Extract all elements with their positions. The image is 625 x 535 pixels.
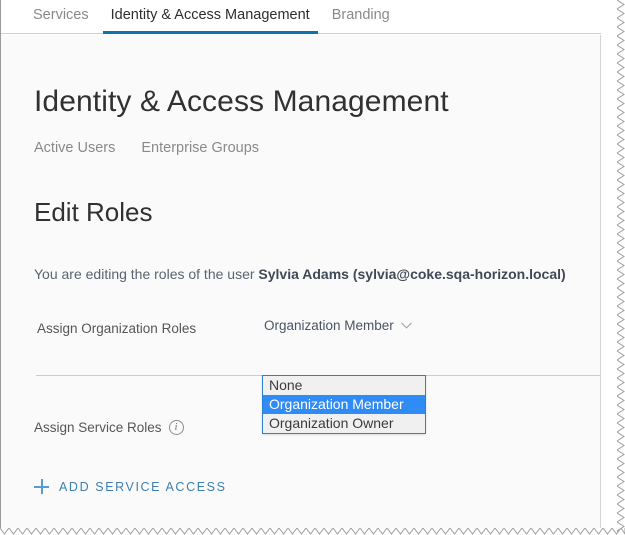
add-service-access-button[interactable]: ADD SERVICE ACCESS (34, 479, 227, 494)
chevron-down-icon (401, 322, 412, 329)
edit-description: You are editing the roles of the user Sy… (34, 266, 566, 282)
app-window: Services Identity & Access Management Br… (0, 0, 625, 535)
section-title: Edit Roles (34, 197, 153, 227)
organization-role-dropdown-list[interactable]: None Organization Member Organization Ow… (262, 375, 426, 434)
tab-identity-access-management-label: Identity & Access Management (110, 7, 310, 23)
page-title: Identity & Access Management (34, 85, 449, 118)
tab-branding-label: Branding (331, 7, 390, 23)
dropdown-option-organization-owner[interactable]: Organization Owner (263, 414, 425, 433)
subtab-active-users[interactable]: Active Users (34, 140, 115, 156)
organization-role-selected-value: Organization Member (264, 318, 394, 333)
torn-edge-right (617, 0, 625, 535)
edit-description-user: Sylvia Adams (sylvia@coke.sqa-horizon.lo… (258, 266, 566, 282)
tab-branding[interactable]: Branding (321, 0, 401, 34)
subtab-enterprise-groups[interactable]: Enterprise Groups (141, 140, 259, 156)
assign-organization-roles-label: Assign Organization Roles (37, 321, 197, 336)
edit-description-prefix: You are editing the roles of the user (34, 266, 259, 282)
tab-services[interactable]: Services (22, 0, 100, 34)
tab-services-label: Services (33, 7, 89, 23)
organization-role-select[interactable]: Organization Member (264, 318, 412, 333)
dropdown-option-organization-member[interactable]: Organization Member (263, 395, 425, 414)
content-panel: Identity & Access Management Active User… (1, 35, 601, 528)
dropdown-option-none[interactable]: None (263, 376, 425, 395)
assign-service-roles-row: Assign Service Roles i (34, 420, 184, 435)
info-icon[interactable]: i (168, 420, 184, 435)
assign-service-roles-label: Assign Service Roles (34, 420, 162, 435)
tab-identity-access-management[interactable]: Identity & Access Management (100, 0, 321, 34)
sub-tab-bar: Active Users Enterprise Groups (34, 140, 259, 156)
add-service-access-label: ADD SERVICE ACCESS (59, 479, 227, 494)
torn-edge-bottom (0, 528, 625, 535)
top-tab-bar: Services Identity & Access Management Br… (1, 0, 601, 34)
plus-icon (34, 479, 49, 494)
